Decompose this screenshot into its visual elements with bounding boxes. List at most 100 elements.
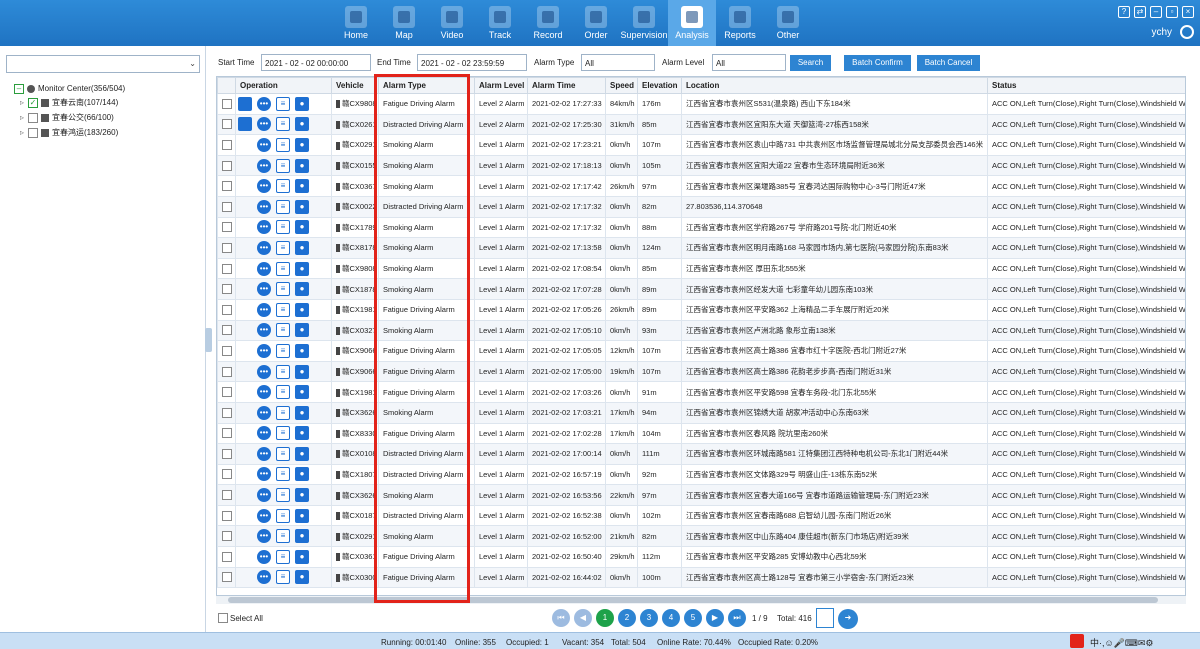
row-checkbox-cell[interactable] bbox=[217, 546, 236, 568]
row-checkbox-cell[interactable] bbox=[217, 278, 236, 300]
next-page-button[interactable]: ▶ bbox=[706, 609, 724, 627]
row-checkbox-cell[interactable] bbox=[217, 175, 236, 197]
more-icon[interactable]: ••• bbox=[257, 364, 271, 379]
page-number-button[interactable]: 1 bbox=[596, 609, 614, 627]
row-checkbox[interactable] bbox=[222, 572, 232, 583]
report-icon[interactable]: ≡ bbox=[276, 405, 290, 420]
minimize-icon[interactable]: – bbox=[1150, 6, 1162, 18]
row-checkbox[interactable] bbox=[222, 387, 232, 398]
tree-root[interactable]: – Monitor Center(356/504) bbox=[14, 84, 125, 94]
column-header[interactable]: Vehicle bbox=[331, 77, 379, 94]
user-alarm-icon[interactable]: ● bbox=[295, 240, 309, 255]
table-row[interactable]: ••• ≡ ● 赣CX0367 Smoking Alarm Level 1 Alarm 20… bbox=[217, 175, 1185, 197]
report-icon[interactable]: ≡ bbox=[276, 179, 290, 194]
search-button[interactable]: Search bbox=[790, 55, 831, 71]
maximize-icon[interactable]: ▫ bbox=[1166, 6, 1178, 18]
collapse-panel-handle[interactable] bbox=[205, 328, 212, 352]
row-checkbox[interactable] bbox=[222, 345, 232, 356]
page-number-button[interactable]: 5 bbox=[684, 609, 702, 627]
nav-home[interactable]: Home bbox=[332, 0, 380, 46]
page-number-button[interactable]: 2 bbox=[618, 609, 636, 627]
report-icon[interactable]: ≡ bbox=[276, 488, 290, 503]
row-checkbox-cell[interactable] bbox=[217, 504, 236, 527]
report-icon[interactable]: ≡ bbox=[276, 137, 290, 152]
start-time-input[interactable]: 2021 - 02 - 02 00:00:00 bbox=[261, 54, 371, 71]
user-icon[interactable] bbox=[1180, 25, 1194, 39]
column-header[interactable]: Location bbox=[681, 77, 988, 94]
page-number-button[interactable]: 4 bbox=[662, 609, 680, 627]
row-checkbox-cell[interactable] bbox=[217, 443, 236, 465]
user-alarm-icon[interactable]: ● bbox=[295, 426, 309, 441]
report-icon[interactable]: ≡ bbox=[276, 549, 290, 564]
row-checkbox-cell[interactable] bbox=[217, 237, 236, 259]
row-checkbox-cell[interactable] bbox=[217, 134, 236, 156]
report-icon[interactable]: ≡ bbox=[276, 117, 290, 132]
report-icon[interactable]: ≡ bbox=[276, 343, 290, 358]
user-alarm-icon[interactable]: ● bbox=[295, 405, 309, 420]
more-icon[interactable]: ••• bbox=[257, 96, 271, 111]
more-icon[interactable]: ••• bbox=[257, 282, 271, 297]
more-icon[interactable]: ••• bbox=[257, 446, 271, 461]
user-alarm-icon[interactable]: ● bbox=[295, 199, 309, 214]
nav-record[interactable]: Record bbox=[524, 0, 572, 46]
user-alarm-icon[interactable]: ● bbox=[295, 529, 309, 544]
user-alarm-icon[interactable]: ● bbox=[295, 508, 309, 523]
report-icon[interactable]: ≡ bbox=[276, 282, 290, 297]
user-alarm-icon[interactable]: ● bbox=[295, 570, 309, 585]
table-row[interactable]: ••• ≡ ● 赣CX0187 Distracted Driving Alarm Leve… bbox=[217, 504, 1185, 527]
user-alarm-icon[interactable]: ● bbox=[295, 343, 309, 358]
table-row[interactable]: ••• ≡ ● 赣CX1878 Smoking Alarm Level 1 Alarm 20… bbox=[217, 278, 1185, 300]
help-icon[interactable]: ? bbox=[1118, 6, 1130, 18]
user-alarm-icon[interactable]: ● bbox=[295, 96, 309, 111]
row-checkbox[interactable] bbox=[222, 284, 232, 295]
user-alarm-icon[interactable]: ● bbox=[295, 323, 309, 338]
report-icon[interactable]: ≡ bbox=[276, 240, 290, 255]
row-checkbox[interactable] bbox=[222, 325, 232, 336]
user-alarm-icon[interactable]: ● bbox=[295, 467, 309, 482]
more-icon[interactable]: ••• bbox=[257, 529, 271, 544]
prev-page-button[interactable]: ◀ bbox=[574, 609, 592, 627]
nav-order[interactable]: Order bbox=[572, 0, 620, 46]
tree-node[interactable]: ▹ ✓ 宜春云南(107/144) bbox=[20, 97, 118, 108]
horizontal-scrollbar[interactable] bbox=[216, 596, 1186, 604]
nav-analysis[interactable]: Analysis bbox=[668, 0, 716, 46]
expand-icon[interactable]: ▹ bbox=[20, 98, 28, 107]
user-alarm-icon[interactable]: ● bbox=[295, 158, 309, 173]
report-icon[interactable]: ≡ bbox=[276, 467, 290, 482]
row-checkbox-cell[interactable] bbox=[217, 484, 236, 506]
user-alarm-icon[interactable]: ● bbox=[295, 282, 309, 297]
close-icon[interactable]: × bbox=[1182, 6, 1194, 18]
more-icon[interactable]: ••• bbox=[257, 467, 271, 482]
row-checkbox[interactable] bbox=[222, 98, 232, 109]
user-alarm-icon[interactable]: ● bbox=[295, 364, 309, 379]
nav-track[interactable]: Track bbox=[476, 0, 524, 46]
column-header[interactable]: Alarm Level bbox=[474, 77, 528, 94]
more-icon[interactable]: ••• bbox=[257, 426, 271, 441]
row-checkbox-cell[interactable] bbox=[217, 381, 236, 403]
table-row[interactable]: ••• ≡ ● 赣CX1981 Fatigue Driving Alarm Level 1… bbox=[217, 381, 1185, 403]
row-checkbox-cell[interactable] bbox=[217, 463, 236, 486]
report-icon[interactable]: ≡ bbox=[276, 508, 290, 523]
table-row[interactable]: ••• ≡ ● 赣CX3626 Smoking Alarm Level 1 Alarm 20… bbox=[217, 401, 1185, 424]
expand-icon[interactable]: ▹ bbox=[20, 113, 28, 122]
row-checkbox[interactable] bbox=[222, 181, 232, 192]
more-icon[interactable]: ••• bbox=[257, 488, 271, 503]
page-number-button[interactable]: 3 bbox=[640, 609, 658, 627]
report-icon[interactable]: ≡ bbox=[276, 323, 290, 338]
row-checkbox-cell[interactable] bbox=[217, 340, 236, 362]
report-icon[interactable]: ≡ bbox=[276, 302, 290, 317]
row-checkbox[interactable] bbox=[222, 510, 232, 521]
nav-video[interactable]: Video bbox=[428, 0, 476, 46]
table-row[interactable]: ••• ≡ ● 赣CX9066 Fatigue Driving Alarm Level 1… bbox=[217, 360, 1185, 383]
more-icon[interactable]: ••• bbox=[257, 549, 271, 564]
table-row[interactable]: ••• ≡ ● 赣CX0300 Fatigue Driving Alarm Level 1… bbox=[217, 566, 1185, 589]
table-row[interactable]: ••• ≡ ● 赣CX0291 Smoking Alarm Level 1 Alarm 20… bbox=[217, 525, 1185, 548]
row-checkbox[interactable] bbox=[222, 222, 232, 233]
user-alarm-icon[interactable]: ● bbox=[295, 549, 309, 564]
row-checkbox-cell[interactable] bbox=[217, 360, 236, 383]
report-icon[interactable]: ≡ bbox=[276, 158, 290, 173]
row-checkbox-cell[interactable] bbox=[217, 401, 236, 424]
batch-confirm-button[interactable]: Batch Confirm bbox=[844, 55, 911, 71]
ime-icon[interactable] bbox=[1070, 634, 1084, 648]
ime-tray-icons[interactable]: 中·,☺🎤⌨✉⚙ bbox=[1090, 636, 1154, 649]
